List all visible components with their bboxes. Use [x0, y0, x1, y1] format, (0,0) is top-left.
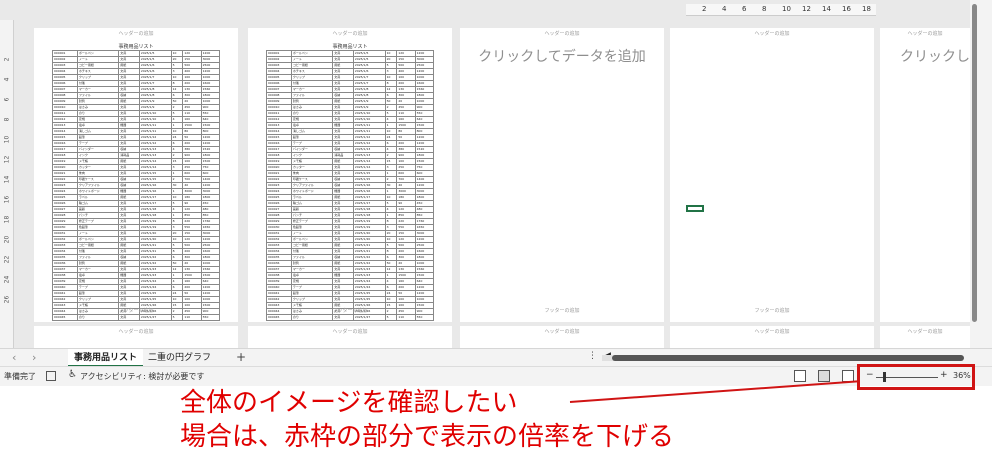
- vertical-scroll-thumb[interactable]: [972, 4, 977, 322]
- page-lower-4[interactable]: ヘッダーの追加: [670, 326, 874, 348]
- horizontal-scroll-thumb[interactable]: [612, 355, 964, 361]
- table-cell[interactable]: 5: [170, 314, 184, 321]
- footer-add-label[interactable]: フッターの追加: [248, 307, 452, 314]
- header-add-label[interactable]: ヘッダーの追加: [34, 328, 238, 335]
- footer-add-label[interactable]: フッターの追加: [460, 307, 664, 314]
- header-add-label[interactable]: ヘッダーの追加: [670, 328, 874, 335]
- table-cell[interactable]: 110: [396, 314, 416, 321]
- table-cell[interactable]: 2025/1/27: [352, 314, 386, 321]
- footer-add-label[interactable]: フッターの追加: [34, 307, 238, 314]
- row-number[interactable]: 14: [4, 173, 11, 187]
- annotation-text: 全体のイメージを確認したい 場合は、赤枠の部分で表示の倍率を下げる: [180, 386, 674, 454]
- table-cell[interactable]: 000045: [266, 314, 292, 321]
- page-lower-1[interactable]: ヘッダーの追加: [34, 326, 238, 348]
- row-number[interactable]: 12: [4, 153, 11, 167]
- header-add-label[interactable]: ヘッダーの追加: [248, 30, 452, 37]
- ruler-number: 6: [742, 5, 747, 13]
- page-layout-workspace[interactable]: 2 4 6 8 10 12 14 16 18 20 22 24 26 ヘッダーの追加 事務用品リスト 0…: [0, 0, 970, 348]
- ruler-number: 10: [782, 5, 791, 13]
- page-1[interactable]: ヘッダーの追加 事務用品リスト 000001 ボールペン 文具 2025/1/5 10 1…: [34, 28, 238, 322]
- chevron-left-icon[interactable]: ‹: [12, 351, 16, 364]
- table-cell[interactable]: 文具: [332, 314, 354, 321]
- annotation-line-1: 全体のイメージを確認したい: [180, 388, 518, 418]
- normal-view-button[interactable]: [794, 370, 806, 382]
- header-add-label[interactable]: ヘッダーの追加: [248, 328, 452, 335]
- annotation-line-2: 場合は、赤枠の部分で表示の倍率を下げる: [180, 422, 675, 452]
- header-add-label[interactable]: ヘッダーの追加: [460, 30, 664, 37]
- row-number[interactable]: 10: [4, 133, 11, 147]
- row-number[interactable]: 20: [4, 233, 11, 247]
- table-cell[interactable]: 000045: [52, 314, 78, 321]
- active-cell[interactable]: [686, 205, 704, 212]
- page-lower-2[interactable]: ヘッダーの追加: [248, 326, 452, 348]
- ruler-number: 16: [842, 5, 851, 13]
- add-sheet-button[interactable]: +: [236, 350, 246, 364]
- macro-record-icon[interactable]: [46, 371, 56, 381]
- sheet-tab-bar: ‹ › 事務用品リスト 二重の円グラフ + ⋮ ◀: [0, 348, 992, 367]
- page-5[interactable]: ヘッダーの追加 クリックしてデータを追加: [880, 28, 970, 322]
- page-3[interactable]: ヘッダーの追加 クリックしてデータを追加 フッターの追加: [460, 28, 664, 322]
- tab-jimu-yohin-list[interactable]: 事務用品リスト: [68, 349, 144, 367]
- data-table[interactable]: 000001 ボールペン 文具 2025/1/5 10 120 1200 000002 ノート文…: [52, 50, 221, 321]
- page-4[interactable]: ヘッダーの追加 フッターの追加: [670, 28, 874, 322]
- header-add-label[interactable]: ヘッダーの追加: [880, 328, 970, 335]
- table-cell[interactable]: 文具: [118, 314, 140, 321]
- highlight-frame: [857, 364, 975, 390]
- table-cell[interactable]: 550: [414, 314, 435, 321]
- ruler-number: 4: [722, 5, 727, 13]
- row-number[interactable]: 6: [4, 93, 11, 107]
- row-number[interactable]: 16: [4, 193, 11, 207]
- row-number[interactable]: 22: [4, 253, 11, 267]
- excel-window: 2 4 6 8 10 12 14 16 18 20 22 24 26 ヘッダーの追加 事務用品リスト 0…: [0, 0, 992, 464]
- table-cell[interactable]: 110: [182, 314, 202, 321]
- row-number[interactable]: 24: [4, 273, 11, 287]
- page-2[interactable]: ヘッダーの追加 事務用品リスト 000001 ボールペン 文具 2025/1/5 10 1…: [248, 28, 452, 322]
- sheet-title: 事務用品リスト: [118, 44, 154, 50]
- ruler-number: 14: [822, 5, 831, 13]
- more-options-icon[interactable]: ⋮: [588, 351, 597, 361]
- page-lower-3[interactable]: ヘッダーの追加: [460, 326, 664, 348]
- page-layout-view-button[interactable]: [818, 370, 830, 382]
- status-ready-text: 準備完了: [4, 372, 36, 381]
- row-number[interactable]: 18: [4, 213, 11, 227]
- table-cell[interactable]: のり: [290, 314, 334, 321]
- tab-double-pie-chart[interactable]: 二重の円グラフ: [142, 349, 217, 367]
- sheet-title: 事務用品リスト: [332, 44, 368, 50]
- footer-add-label[interactable]: フッターの追加: [670, 307, 874, 314]
- horizontal-ruler: 2 4 6 8 10 12 14 16 18: [686, 4, 876, 16]
- add-data-prompt[interactable]: クリックしてデータを追加: [880, 46, 970, 66]
- row-number[interactable]: 8: [4, 113, 11, 127]
- page-lower-5[interactable]: ヘッダーの追加: [880, 326, 970, 348]
- accessibility-icon[interactable]: ♿: [68, 369, 77, 380]
- accessibility-status[interactable]: アクセシビリティ: 検討が必要です: [80, 371, 204, 382]
- header-add-label[interactable]: ヘッダーの追加: [34, 30, 238, 37]
- ruler-number: 12: [802, 5, 811, 13]
- add-data-prompt[interactable]: クリックしてデータを追加: [460, 46, 664, 66]
- row-header-strip[interactable]: 2 4 6 8 10 12 14 16 18 20 22 24 26: [0, 20, 14, 348]
- table-cell[interactable]: のり: [76, 314, 120, 321]
- row-number[interactable]: 4: [4, 73, 11, 87]
- table-row[interactable]: 000045 のり 文具 2025/1/27 5 110 550: [52, 314, 221, 321]
- table-cell[interactable]: 2025/1/27: [138, 314, 172, 321]
- ruler-number: 18: [862, 5, 871, 13]
- header-add-label[interactable]: ヘッダーの追加: [670, 30, 874, 37]
- table-cell[interactable]: 5: [384, 314, 398, 321]
- row-number[interactable]: 2: [4, 53, 11, 67]
- ruler-number: 2: [702, 5, 707, 13]
- header-add-label[interactable]: ヘッダーの追加: [880, 30, 970, 37]
- chevron-right-icon[interactable]: ›: [32, 351, 36, 364]
- header-add-label[interactable]: ヘッダーの追加: [460, 328, 664, 335]
- row-number[interactable]: 26: [4, 293, 11, 307]
- ruler-number: 8: [762, 5, 767, 13]
- table-row[interactable]: 000045 のり 文具 2025/1/27 5 110 550: [266, 314, 435, 321]
- table-cell[interactable]: 550: [200, 314, 221, 321]
- data-table[interactable]: 000001 ボールペン 文具 2025/1/5 10 120 1200 000002 ノート文…: [266, 50, 435, 321]
